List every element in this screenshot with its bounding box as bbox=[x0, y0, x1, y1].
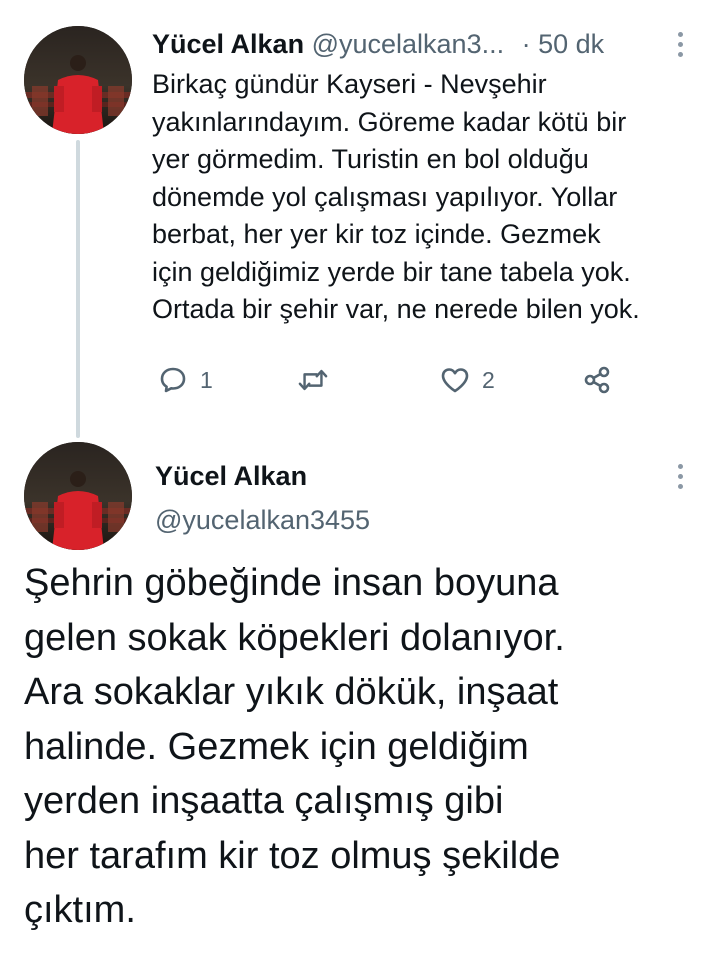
main-author-handle[interactable]: @yucelalkan3455 bbox=[155, 502, 370, 538]
reply-icon bbox=[160, 367, 186, 393]
like-count: 2 bbox=[482, 366, 495, 393]
retweet-button[interactable] bbox=[298, 360, 340, 400]
reply-tweet-text: Birkaç gündür Kayseri - Nevşehir yakınla… bbox=[152, 66, 712, 329]
retweet-icon bbox=[298, 369, 328, 391]
reply-tweet-header: Yücel Alkan @yucelalkan3... · 50 dk bbox=[152, 26, 672, 62]
text-line: Ortada bir şehir var, ne nerede bilen yo… bbox=[152, 294, 640, 324]
text-line: Şehrin göbeğinde insan boyuna bbox=[24, 562, 559, 604]
text-line: için geldiğimiz yerde bir tane tabela yo… bbox=[152, 256, 631, 287]
text-line: Ara sokaklar yıkık dökük, inşaat bbox=[24, 671, 559, 713]
more-vertical-icon[interactable] bbox=[668, 27, 692, 61]
text-line: yerden inşaatta çalışmış gibi bbox=[24, 780, 504, 822]
text-line: dönemde yol çalışması yapılıyor. Yollar bbox=[152, 181, 618, 212]
text-line: Birkaç gündür Kayseri - Nevşehir bbox=[152, 69, 547, 99]
text-line: gelen sokak köpekleri dolanıyor. bbox=[24, 616, 565, 659]
text-line: berbat, her yer kir toz içinde. Gezmek bbox=[152, 219, 601, 249]
main-author-avatar[interactable] bbox=[24, 442, 132, 550]
reply-tweet-actions: 1 2 bbox=[158, 360, 628, 400]
reply-count: 1 bbox=[200, 366, 213, 393]
more-vertical-icon[interactable] bbox=[668, 459, 692, 493]
main-author-name[interactable]: Yücel Alkan bbox=[155, 458, 307, 494]
reply-tweet-time[interactable]: 50 dk bbox=[538, 29, 604, 59]
text-line: her tarafım kir toz olmuş şekilde bbox=[24, 834, 561, 877]
meta-separator: · bbox=[521, 29, 531, 59]
text-line: yer görmedim. Turistin en bol olduğu bbox=[152, 144, 589, 174]
thread-connector-line bbox=[76, 140, 80, 438]
share-icon bbox=[584, 366, 610, 394]
reply-author-handle[interactable]: @yucelalkan3... bbox=[312, 29, 505, 59]
text-line: yakınlarındayım. Göreme kadar kötü bir bbox=[152, 106, 627, 137]
like-icon bbox=[441, 368, 469, 393]
reply-author-avatar[interactable] bbox=[24, 26, 132, 134]
text-line: halinde. Gezmek için geldiğim bbox=[24, 725, 529, 768]
text-line: çıktım. bbox=[24, 889, 136, 931]
like-button[interactable]: 2 bbox=[440, 360, 495, 400]
main-tweet-text: Şehrin göbeğinde insan boyuna gelen soka… bbox=[24, 556, 704, 938]
avatar-image bbox=[24, 442, 132, 550]
avatar-image bbox=[24, 26, 132, 134]
reply-author-name[interactable]: Yücel Alkan bbox=[152, 29, 304, 59]
share-button[interactable] bbox=[582, 360, 612, 400]
reply-button[interactable]: 1 bbox=[158, 360, 213, 400]
